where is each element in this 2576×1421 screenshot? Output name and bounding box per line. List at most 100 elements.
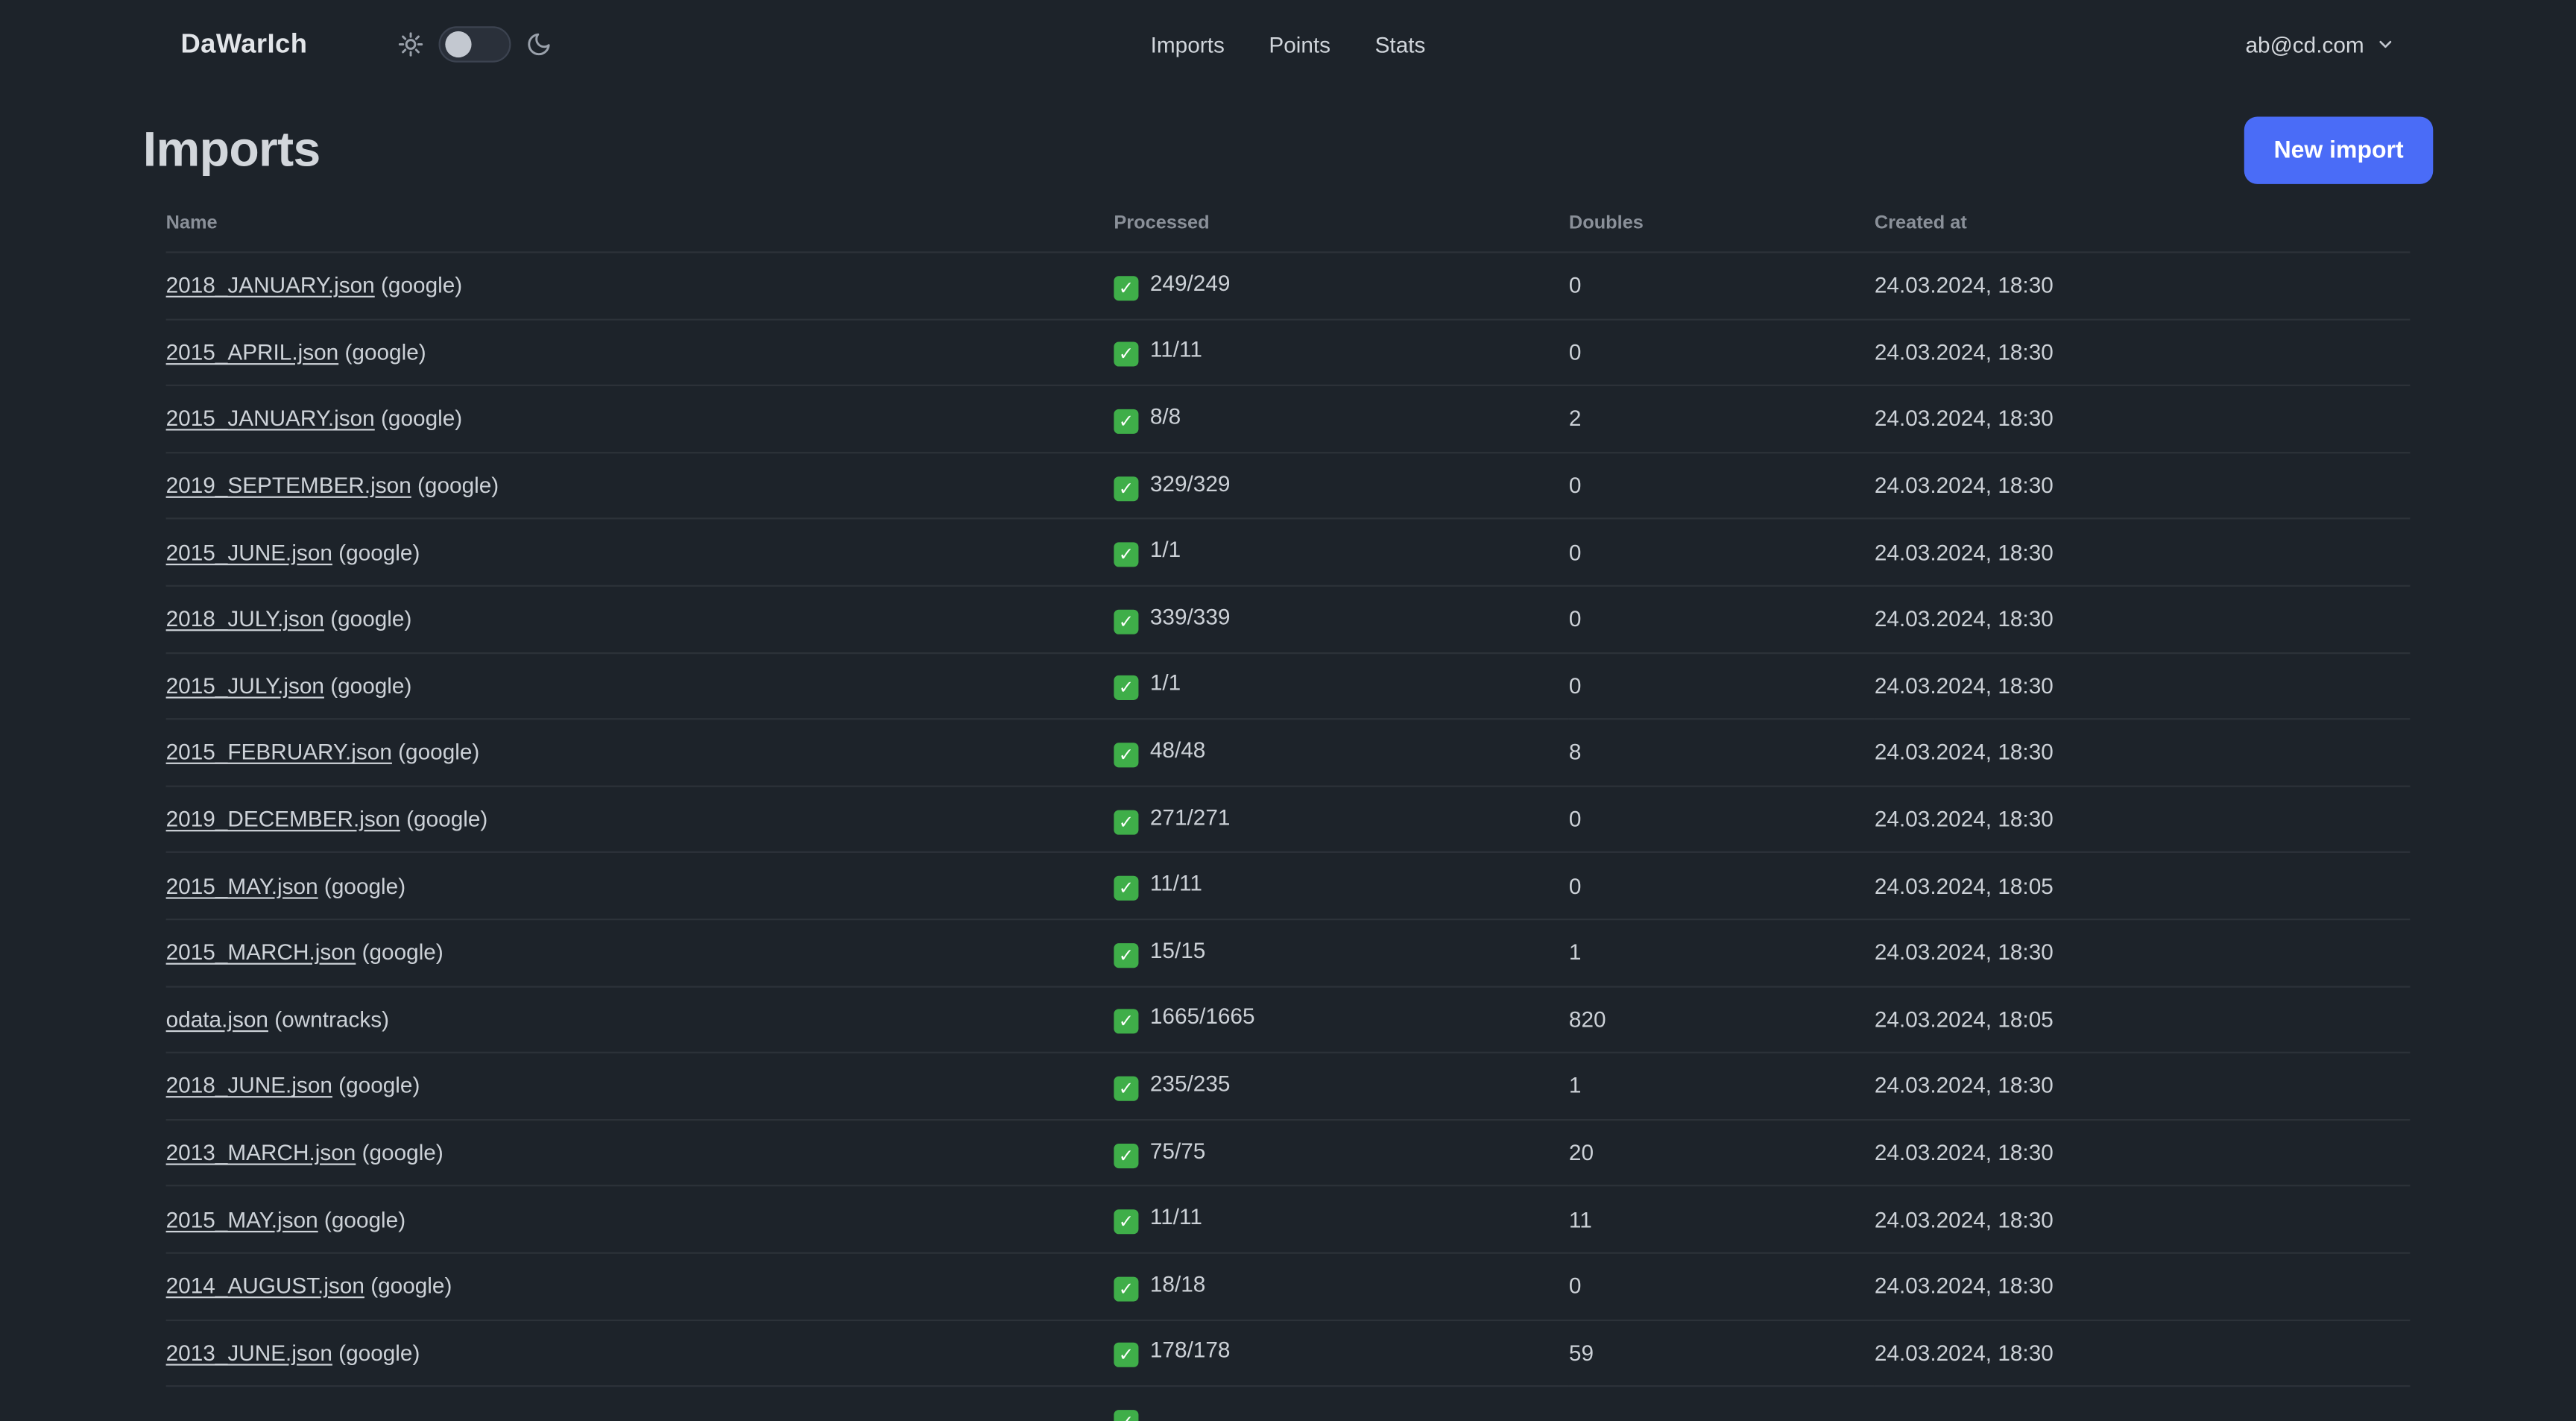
- table-row: ✓: [165, 1385, 2411, 1421]
- table-row: 2015_FEBRUARY.json (google) ✓ 48/48 8 24.…: [165, 718, 2411, 787]
- import-name-cell: 2015_JUNE.json (google): [165, 518, 1114, 586]
- processed-cell: ✓ 339/339: [1114, 585, 1569, 653]
- table-row: 2019_DECEMBER.json (google) ✓ 271/271 0 2…: [165, 785, 2411, 853]
- user-menu[interactable]: ab@cd.com: [2245, 32, 2395, 57]
- app-window: DaWarIch Imports Points Stats ab@cd.com …: [0, 0, 2576, 1421]
- import-source: (google): [332, 1074, 420, 1099]
- table-row: 2013_MARCH.json (google) ✓ 75/75 20 24.03…: [165, 1118, 2411, 1186]
- import-source: (google): [323, 606, 412, 631]
- import-source: (google): [374, 273, 463, 298]
- theme-switch-knob: [445, 31, 472, 58]
- processed-cell: ✓ 11/11: [1114, 851, 1569, 920]
- import-name-link[interactable]: 2015_JUNE.json: [166, 540, 332, 564]
- success-check-icon: ✓: [1114, 809, 1139, 834]
- import-name-cell: 2015_MAY.json (google): [165, 1185, 1114, 1253]
- success-check-icon: ✓: [1114, 476, 1139, 501]
- created-at: 24.03.2024, 18:30: [1874, 385, 2411, 453]
- processed-cell: ✓ 11/11: [1114, 318, 1569, 386]
- table-row: 2015_JUNE.json (google) ✓ 1/1 0 24.03.202…: [165, 518, 2411, 586]
- moon-icon: [526, 31, 552, 57]
- processed-cell: ✓ 249/249: [1114, 251, 1569, 319]
- table-row: 2015_APRIL.json (google) ✓ 11/11 0 24.03.…: [165, 318, 2411, 386]
- doubles-count: 0: [1568, 451, 1875, 520]
- processed-count-text: 11/11: [1149, 1204, 1202, 1229]
- import-name-link[interactable]: 2013_MARCH.json: [166, 1141, 356, 1165]
- processed-count-text: 8/8: [1149, 404, 1181, 429]
- nav-link-points[interactable]: Points: [1269, 32, 1330, 57]
- import-name-link[interactable]: 2015_JULY.json: [166, 673, 324, 698]
- processed-count-text: 249/249: [1149, 271, 1231, 296]
- created-at: 24.03.2024, 18:05: [1874, 851, 2411, 920]
- import-name-cell: 2019_SEPTEMBER.json (google): [165, 451, 1114, 520]
- processed-count-text: 329/329: [1149, 470, 1231, 496]
- imports-table-body: 2018_JANUARY.json (google) ✓ 249/249 0 24…: [165, 251, 2411, 1421]
- processed-count-text: 1/1: [1149, 538, 1181, 563]
- import-name-cell: 2014_AUGUST.json (google): [165, 1252, 1114, 1320]
- created-at: 24.03.2024, 18:30: [1874, 918, 2411, 986]
- created-at: 24.03.2024, 18:30: [1874, 585, 2411, 653]
- import-name-link[interactable]: 2014_AUGUST.json: [166, 1274, 364, 1299]
- import-name-link[interactable]: 2015_MAY.json: [166, 874, 318, 898]
- processed-cell: ✓ 178/178: [1114, 1318, 1569, 1387]
- success-check-icon: ✓: [1114, 342, 1139, 368]
- processed-count-text: 11/11: [1149, 337, 1202, 362]
- theme-toggle[interactable]: [398, 26, 552, 63]
- theme-switch[interactable]: [438, 26, 511, 63]
- import-name-cell: 2015_FEBRUARY.json (google): [165, 718, 1114, 787]
- doubles-count: 11: [1568, 1185, 1875, 1253]
- created-at: 24.03.2024, 18:30: [1874, 1185, 2411, 1253]
- brand-logo[interactable]: DaWarIch: [180, 29, 307, 60]
- import-name-link[interactable]: 2013_JUNE.json: [166, 1340, 332, 1365]
- table-row: 2015_JANUARY.json (google) ✓ 8/8 2 24.03.…: [165, 385, 2411, 453]
- success-check-icon: ✓: [1114, 1209, 1139, 1235]
- doubles-count: 0: [1568, 518, 1875, 586]
- new-import-button[interactable]: New import: [2244, 116, 2434, 184]
- sun-icon: [398, 31, 424, 57]
- import-name-link[interactable]: 2019_DECEMBER.json: [166, 807, 400, 831]
- success-check-icon: ✓: [1114, 542, 1139, 567]
- import-name-cell: 2015_APRIL.json (google): [165, 318, 1114, 386]
- processed-cell: ✓: [1114, 1385, 1569, 1421]
- import-source: (google): [391, 740, 480, 765]
- import-source: (google): [364, 1273, 452, 1299]
- success-check-icon: ✓: [1114, 942, 1139, 968]
- processed-cell: ✓ 8/8: [1114, 385, 1569, 453]
- import-name-cell: 2015_MARCH.json (google): [165, 918, 1114, 986]
- doubles-count: 1: [1568, 1051, 1875, 1120]
- main-content: Imports New import Name Processed Double…: [0, 116, 2576, 1421]
- created-at: 24.03.2024, 18:30: [1874, 318, 2411, 386]
- doubles-count: 20: [1568, 1118, 1875, 1186]
- nav-link-imports[interactable]: Imports: [1151, 32, 1225, 57]
- import-name-link[interactable]: odata.json: [166, 1007, 268, 1032]
- import-name-cell: 2018_JUNE.json (google): [165, 1051, 1114, 1120]
- doubles-count: 1: [1568, 918, 1875, 986]
- created-at: [1874, 1385, 2411, 1421]
- import-source: (google): [356, 1140, 443, 1165]
- processed-cell: ✓ 235/235: [1114, 1051, 1569, 1120]
- import-name-link[interactable]: 2018_JUNE.json: [166, 1074, 332, 1098]
- column-header-processed: Processed: [1114, 213, 1210, 233]
- processed-count-text: 1/1: [1149, 671, 1181, 696]
- import-name-link[interactable]: 2018_JULY.json: [166, 607, 324, 631]
- processed-cell: ✓ 1665/1665: [1114, 985, 1569, 1053]
- import-name-link[interactable]: 2015_MARCH.json: [166, 940, 356, 965]
- table-row: 2015_MAY.json (google) ✓ 11/11 11 24.03.2…: [165, 1185, 2411, 1253]
- chevron-down-icon: [2375, 34, 2395, 54]
- success-check-icon: ✓: [1114, 1076, 1139, 1101]
- nav-link-stats[interactable]: Stats: [1375, 32, 1426, 57]
- import-name-link[interactable]: 2015_APRIL.json: [166, 340, 339, 365]
- table-row: 2015_MARCH.json (google) ✓ 15/15 1 24.03.…: [165, 918, 2411, 986]
- processed-cell: ✓ 18/18: [1114, 1252, 1569, 1320]
- doubles-count: 59: [1568, 1318, 1875, 1387]
- table-row: 2015_JULY.json (google) ✓ 1/1 0 24.03.202…: [165, 652, 2411, 719]
- import-name-link[interactable]: 2015_MAY.json: [166, 1207, 318, 1232]
- import-name-link[interactable]: 2015_JANUARY.json: [166, 406, 375, 431]
- import-name-link[interactable]: 2015_FEBRUARY.json: [166, 740, 392, 765]
- main-nav: Imports Points Stats: [1151, 32, 1426, 57]
- success-check-icon: ✓: [1114, 1142, 1139, 1168]
- import-name-link[interactable]: 2019_SEPTEMBER.json: [166, 473, 411, 498]
- table-row: 2014_AUGUST.json (google) ✓ 18/18 0 24.03…: [165, 1252, 2411, 1320]
- column-header-name: Name: [165, 213, 218, 233]
- import-name-link[interactable]: 2018_JANUARY.json: [166, 274, 375, 298]
- table-row: 2018_JULY.json (google) ✓ 339/339 0 24.03…: [165, 585, 2411, 653]
